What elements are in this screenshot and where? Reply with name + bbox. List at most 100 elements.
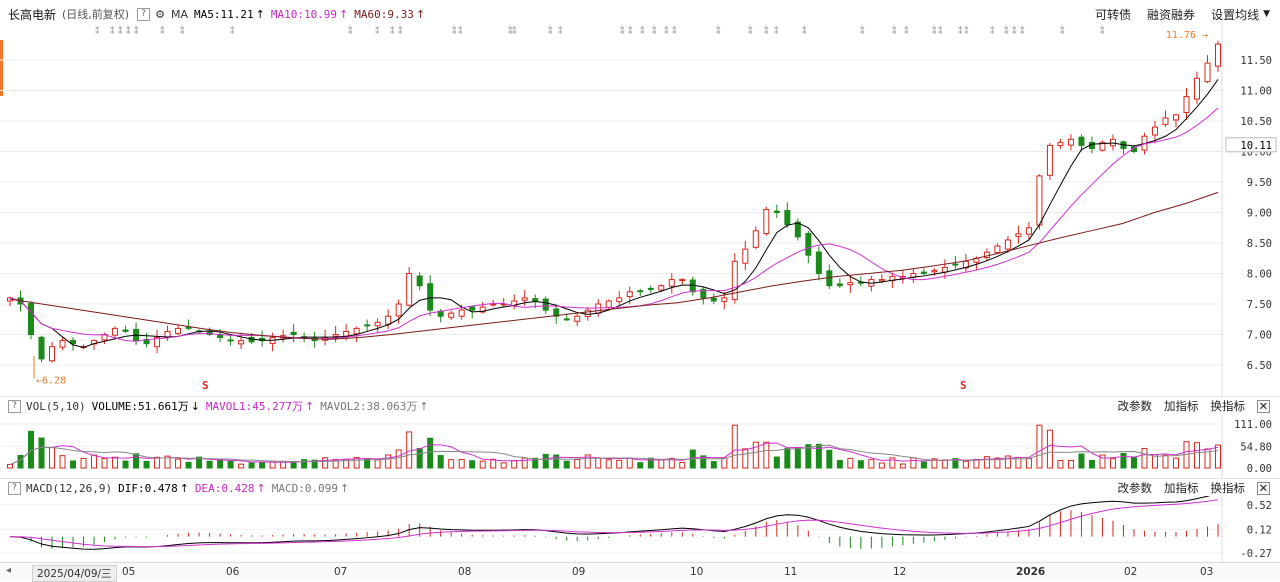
candle	[1172, 114, 1179, 121]
event-marker-icon: ⁑	[375, 25, 380, 37]
candle	[1025, 227, 1032, 235]
help-icon[interactable]: ?	[8, 481, 21, 495]
macd-indicator-label[interactable]: MACD(12,26,9)	[26, 482, 112, 495]
candle	[416, 275, 423, 287]
volume-bar	[322, 457, 329, 469]
change-params-button[interactable]: 改参数	[1118, 480, 1153, 496]
gear-icon[interactable]: ⚙	[155, 8, 165, 21]
candle	[773, 210, 780, 213]
volume-bar	[458, 458, 465, 469]
volume-bar	[637, 462, 644, 469]
dif-line	[9, 496, 1211, 550]
volume-bar	[395, 449, 402, 469]
y-tick-label: 8.00	[1247, 269, 1272, 281]
event-marker-icon: ⁑	[230, 25, 235, 37]
volume-bar	[112, 456, 119, 469]
candle	[994, 245, 1001, 254]
candle	[952, 263, 959, 266]
volume-bar	[910, 457, 917, 469]
volume-bar	[1130, 457, 1137, 469]
menu-margin-trading[interactable]: 融资融券	[1147, 6, 1195, 23]
help-icon[interactable]: ?	[8, 399, 21, 413]
volume-bar	[1109, 458, 1116, 469]
switch-indicator-button[interactable]: 换指标	[1211, 480, 1246, 496]
candle	[878, 279, 885, 282]
candle	[38, 336, 45, 360]
candle	[112, 327, 119, 336]
volume-bar	[1141, 448, 1148, 469]
event-marker-icon: ⁑	[748, 25, 753, 37]
down-arrow-icon: ↓	[190, 399, 200, 413]
menu-convertible-bond[interactable]: 可转债	[1095, 6, 1131, 23]
switch-indicator-button[interactable]: 换指标	[1211, 398, 1246, 414]
x-label-year: 2026	[1016, 566, 1046, 578]
event-marker-icon: ⁑	[904, 25, 909, 37]
add-indicator-button[interactable]: 加指标	[1164, 398, 1199, 414]
y-tick-label: 111.00	[1234, 419, 1272, 431]
chevron-down-icon[interactable]: ▼	[1263, 9, 1270, 19]
volume-bar	[1088, 460, 1095, 469]
ma60-up-arrow-icon: ↑	[415, 7, 426, 21]
candle	[427, 283, 434, 311]
candle	[1162, 117, 1169, 125]
candle	[626, 291, 633, 298]
volume-bar	[1120, 452, 1127, 469]
candle	[385, 315, 392, 325]
volume-bar	[227, 460, 234, 469]
candle	[1046, 144, 1053, 176]
menu-set-ma[interactable]: 设置均线	[1211, 6, 1259, 23]
special-marker-icon: S	[202, 379, 209, 392]
volume-bar	[721, 457, 728, 469]
change-params-button[interactable]: 改参数	[1118, 398, 1153, 414]
candlestick-chart: 11.5011.0010.5010.009.509.008.508.007.50…	[0, 24, 1277, 396]
volume-bar	[217, 459, 224, 469]
volume-bar	[983, 456, 990, 469]
event-marker-icon: ⁑	[1004, 25, 1009, 37]
help-icon[interactable]: ?	[137, 7, 151, 21]
volume-bar	[1172, 457, 1179, 469]
scroll-left-icon[interactable]: ◂	[6, 565, 11, 576]
macd-chart: 0.52 0.12 -0.27	[0, 496, 1272, 562]
event-marker-icon: ⁑	[348, 25, 353, 37]
event-marker-icon: ⁑	[620, 25, 625, 37]
high-price-label: 11.76 →	[1166, 30, 1208, 41]
event-marker-icon: ⁑	[160, 25, 165, 37]
add-indicator-button[interactable]: 加指标	[1164, 480, 1199, 496]
volume-bar	[899, 463, 906, 469]
volume-bar	[574, 459, 581, 469]
volume-bar	[710, 461, 717, 469]
candle	[49, 346, 56, 362]
y-tick-label: 0.52	[1247, 500, 1272, 512]
stock-name[interactable]: 长高电新	[8, 6, 56, 23]
x-label: 02	[1124, 566, 1138, 578]
candle	[605, 300, 612, 308]
event-marker-icon: ⁑	[512, 25, 517, 37]
x-label: 10	[690, 566, 704, 578]
volume-bar	[878, 462, 885, 469]
volume-bar	[133, 453, 140, 469]
x-label: 05	[122, 566, 136, 578]
close-icon[interactable]: ✕	[1257, 399, 1270, 413]
candle	[238, 340, 245, 345]
candle	[658, 285, 665, 291]
volume-bar	[1036, 424, 1043, 469]
event-marker-icon: ⁑	[398, 25, 403, 37]
volume-bar	[500, 462, 507, 469]
y-tick-label: 8.50	[1247, 238, 1272, 250]
volume-bar	[437, 455, 444, 469]
volume-bar	[406, 431, 413, 469]
up-arrow-icon: ↑	[339, 481, 350, 495]
volume-bar	[920, 461, 927, 469]
vol-indicator-label[interactable]: VOL(5,10)	[26, 400, 86, 413]
candle	[122, 329, 129, 332]
volume-chart: 111.00 54.80 0.00	[0, 414, 1272, 478]
volume-bar	[1067, 460, 1074, 469]
volume-panel-header: ? VOL(5,10) VOLUME:51.661万 ↓ MAVOL1:45.2…	[0, 396, 1280, 415]
volume-bar	[773, 456, 780, 469]
y-tick-label: 7.50	[1247, 299, 1272, 311]
candle	[332, 334, 339, 337]
x-label: 07	[334, 566, 348, 578]
candle	[563, 318, 570, 321]
event-marker-icon: ⁑	[774, 25, 779, 37]
close-icon[interactable]: ✕	[1257, 481, 1270, 495]
